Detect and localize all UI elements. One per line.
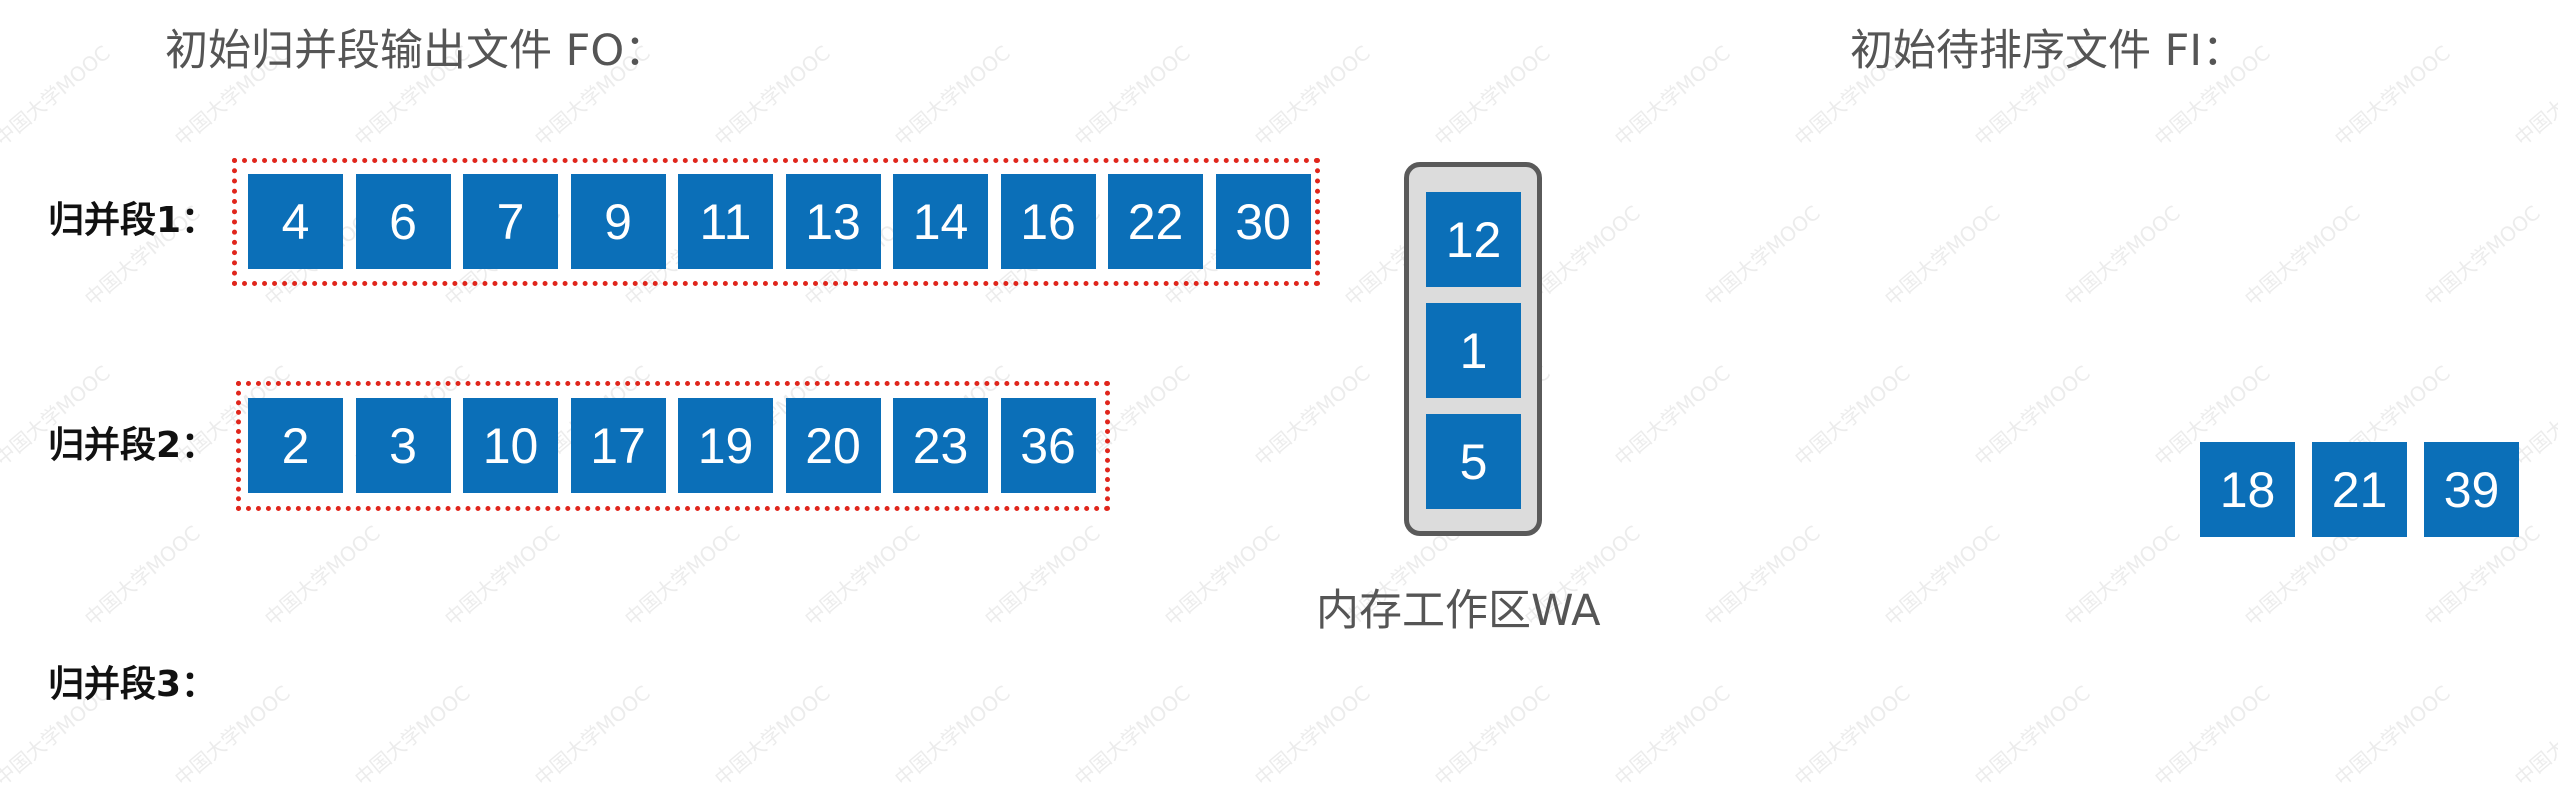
watermark-text: 中国大学MOOC [1069, 40, 1195, 151]
run-1-cell: 6 [355, 174, 451, 269]
watermark-text: 中国大学MOOC [979, 520, 1105, 631]
run-2-cell: 2 [248, 398, 343, 493]
watermark-text: 中国大学MOOC [1429, 680, 1555, 791]
watermark-text: 中国大学MOOC [1249, 40, 1375, 151]
run-1-cell: 4 [248, 174, 343, 269]
watermark-text: 中国大学MOOC [1159, 520, 1285, 631]
watermark-text: 中国大学MOOC [889, 40, 1015, 151]
watermark-text: 中国大学MOOC [1879, 200, 2005, 311]
watermark-text: 中国大学MOOC [2149, 680, 2275, 791]
watermark-text: 中国大学MOOC [0, 40, 115, 151]
input-file-cell: 39 [2424, 442, 2519, 537]
watermark-text: 中国大学MOOC [1609, 360, 1735, 471]
watermark-text: 中国大学MOOC [889, 680, 1015, 791]
watermark-text: 中国大学MOOC [1429, 40, 1555, 151]
run-1-cell: 13 [785, 174, 881, 269]
watermark-text: 中国大学MOOC [1609, 40, 1735, 151]
watermark-text: 中国大学MOOC [2329, 680, 2455, 791]
watermark-text: 中国大学MOOC [1699, 200, 1825, 311]
run-3-label: 归并段3： [48, 664, 218, 705]
watermark-text: 中国大学MOOC [259, 520, 385, 631]
watermark-text: 中国大学MOOC [79, 520, 205, 631]
run-1-cell: 30 [1215, 174, 1311, 269]
run-1-label: 归并段1： [48, 200, 218, 241]
watermark-text: 中国大学MOOC [1699, 520, 1825, 631]
watermark-text: 中国大学MOOC [2419, 200, 2545, 311]
watermark-text: 中国大学MOOC [709, 40, 835, 151]
work-area-cell: 1 [1426, 303, 1521, 398]
run-1-cell: 16 [1000, 174, 1096, 269]
run-2-cell: 10 [463, 398, 558, 493]
watermark-text: 中国大学MOOC [1069, 680, 1195, 791]
run-2-cell: 17 [570, 398, 666, 493]
run-2-cell: 3 [355, 398, 451, 493]
output-file-title: 初始归并段输出文件 FO： [165, 26, 668, 76]
watermark-text: 中国大学MOOC [2059, 200, 2185, 311]
run-1-cell: 11 [678, 174, 773, 269]
watermark-text: 中国大学MOOC [619, 520, 745, 631]
run-2-cell: 36 [1000, 398, 1096, 493]
watermark-text: 中国大学MOOC [2239, 200, 2365, 311]
watermark-text: 中国大学MOOC [2059, 520, 2185, 631]
run-2-cell: 19 [678, 398, 773, 493]
watermark-text: 中国大学MOOC [1789, 680, 1915, 791]
watermark-text: 中国大学MOOC [1879, 520, 2005, 631]
work-area-cell: 5 [1426, 414, 1521, 509]
watermark-text: 中国大学MOOC [2509, 680, 2558, 791]
run-2-cell: 23 [893, 398, 988, 493]
watermark-text: 中国大学MOOC [1969, 360, 2095, 471]
run-2-label: 归并段2： [48, 425, 218, 466]
watermark-text: 中国大学MOOC [1969, 680, 2095, 791]
input-file-cell: 21 [2312, 442, 2407, 537]
watermark-text: 中国大学MOOC [1249, 360, 1375, 471]
run-2-cell: 20 [785, 398, 881, 493]
work-area-label: 内存工作区WA [1316, 586, 1601, 636]
watermark-text: 中国大学MOOC [1609, 680, 1735, 791]
input-file-cell: 18 [2200, 442, 2295, 537]
watermark-text: 中国大学MOOC [2509, 40, 2558, 151]
watermark-text: 中国大学MOOC [529, 680, 655, 791]
run-1-cell: 14 [893, 174, 988, 269]
work-area-cell: 12 [1426, 192, 1521, 287]
watermark-text: 中国大学MOOC [2329, 40, 2455, 151]
watermark-text: 中国大学MOOC [799, 520, 925, 631]
run-1-cell: 7 [463, 174, 558, 269]
run-1-cell: 22 [1108, 174, 1203, 269]
watermark-text: 中国大学MOOC [1789, 360, 1915, 471]
watermark-text: 中国大学MOOC [1249, 680, 1375, 791]
run-1-cell: 9 [570, 174, 666, 269]
watermark-text: 中国大学MOOC [349, 680, 475, 791]
input-file-title: 初始待排序文件 FI： [1850, 26, 2246, 76]
watermark-text: 中国大学MOOC [709, 680, 835, 791]
watermark-text: 中国大学MOOC [439, 520, 565, 631]
